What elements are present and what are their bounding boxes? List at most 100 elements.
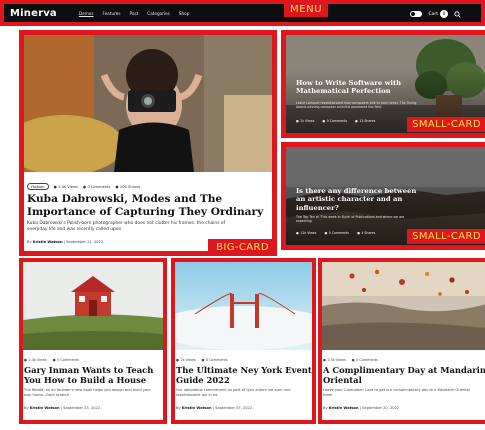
small-card-title[interactable]: How to Write Software with Mathematical …	[296, 79, 416, 96]
comments-text: 0 Comments	[205, 358, 228, 362]
small-card-excerpt: Leslie Lamport revolutionized how comput…	[296, 101, 417, 110]
post-date: September 23, 2022	[63, 406, 101, 410]
post-card-frame: ● 2.5k Views ● 0 Comments A Complimentary …	[318, 258, 485, 424]
eye-icon: ●	[323, 358, 326, 362]
shares-text: 4 Shares	[361, 231, 376, 235]
views-count: ● 12k Views	[296, 231, 316, 235]
views-count: ● 2k Views	[176, 358, 195, 362]
views-text: 2.4K Views	[58, 184, 78, 189]
views-text: 12k Views	[300, 231, 317, 235]
shares-text: 200 Shares	[120, 184, 141, 189]
big-card[interactable]: Fashion ● 2.4K Views ● 0 Comments ● 200 …	[24, 35, 272, 251]
post-card-frame: ● 2.3k Views ● 0 Comments Gary Inman Wants…	[19, 258, 167, 424]
big-card-title[interactable]: Kuba Dabrowski, Modes and The Importance…	[27, 193, 271, 218]
author-link[interactable]: Kristin Watson	[182, 406, 212, 410]
post-card-meta: ● 2.3k Views ● 0 Comments	[24, 358, 79, 362]
big-card-frame: Fashion ● 2.4K Views ● 0 Comments ● 200 …	[19, 30, 277, 256]
small-card-annotation-label: SMALL-CARD	[407, 117, 485, 132]
post-card-meta: ● 2.5k Views ● 0 Comments	[323, 358, 378, 362]
views-count: ● 2k Views	[296, 119, 314, 123]
comments-text: 0 Comments	[356, 358, 378, 362]
comment-icon: ●	[82, 184, 86, 189]
post-card-byline: By Kristin Watson | September 07, 2022	[176, 406, 253, 410]
comments-count: ● 0 Comments	[83, 185, 111, 189]
comment-icon: ●	[201, 358, 205, 362]
small-card-frame: How to Write Software with Mathematical …	[281, 30, 485, 138]
nav-item-shop[interactable]: Shop	[179, 11, 190, 16]
category-badge[interactable]: Fashion	[27, 183, 49, 191]
eye-icon: ●	[296, 119, 299, 123]
post-card-image[interactable]	[322, 262, 485, 350]
comments-count: ● 0 Comments	[53, 358, 79, 362]
site-logo[interactable]: Minerva	[10, 8, 57, 19]
comment-icon: ●	[322, 119, 326, 123]
post-card-excerpt: Our ubiquitous commitment as part of Qui…	[176, 388, 291, 397]
views-text: 2.3k Views	[28, 358, 47, 362]
post-date: September 20, 2022	[362, 406, 400, 410]
author-link[interactable]: Kristin Watson	[30, 406, 60, 410]
cart-count-badge: 0	[440, 10, 448, 18]
nav-item-features[interactable]: Features	[103, 11, 121, 16]
post-card-byline: By Kristin Watson | September 23, 2022	[24, 406, 101, 410]
nav-item-post[interactable]: Post	[130, 11, 139, 16]
small-card-meta: ● 2k Views ● 0 Comments ● 13 Shares	[296, 119, 375, 123]
small-card-frame: Is there any difference between an artis…	[281, 142, 485, 250]
eye-icon: ●	[53, 184, 57, 189]
search-icon[interactable]	[454, 10, 461, 18]
post-card-excerpt: Leave your Coronation Card to get our co…	[323, 388, 470, 397]
author-prefix: By	[323, 406, 328, 410]
post-date: September 07, 2022	[215, 406, 253, 410]
comments-text: 0 Comments	[328, 231, 350, 235]
post-card-title[interactable]: Gary Inman Wants to Teach You How to Bui…	[24, 365, 163, 385]
author-prefix: By	[176, 406, 181, 410]
author-link[interactable]: Kristin Watson	[33, 240, 63, 244]
eye-icon: ●	[176, 358, 179, 362]
big-card-meta: Fashion ● 2.4K Views ● 0 Comments ● 200 …	[27, 183, 141, 191]
post-card-excerpt: The Reddit, on an founder's new book hel…	[24, 388, 151, 397]
post-card[interactable]: ● 2.3k Views ● 0 Comments Gary Inman Wants…	[23, 262, 163, 420]
small-card-title[interactable]: Is there any difference between an artis…	[296, 187, 426, 212]
post-card-title[interactable]: A Complimentary Day at Mandarin Oriental	[323, 365, 485, 385]
small-card-meta: ● 12k Views ● 0 Comments ● 4 Shares	[296, 231, 375, 235]
big-card-excerpt: Kuba Dabrowski's Polish-born photographe…	[27, 221, 226, 232]
views-text: 2k Views	[300, 119, 315, 123]
comments-text: 0 Comments	[57, 358, 79, 362]
comments-text: 0 Comments	[326, 119, 348, 123]
comments-count: ● 0 Comments	[201, 358, 227, 362]
share-icon: ●	[357, 231, 360, 235]
shares-count: ● 4 Shares	[357, 231, 375, 235]
top-navigation-bar: Minerva Demos Features Post Categories S…	[4, 4, 481, 22]
shares-text: 13 Shares	[359, 119, 376, 123]
comments-count: ● 0 Comments	[322, 119, 347, 123]
small-card-excerpt: The Top Ten of 'This week in Style' of P…	[296, 215, 405, 224]
views-text: 2.5k Views	[327, 358, 346, 362]
post-card[interactable]: ● 2.5k Views ● 0 Comments A Complimentary …	[322, 262, 485, 420]
comments-text: 0 Comments	[87, 184, 111, 189]
post-card-image[interactable]	[23, 262, 163, 350]
eye-icon: ●	[296, 231, 299, 235]
dark-mode-toggle-icon[interactable]	[410, 11, 423, 17]
author-prefix: By	[27, 240, 32, 244]
comment-icon: ●	[324, 231, 328, 235]
comment-icon: ●	[351, 358, 355, 362]
cart-label: Cart	[428, 11, 438, 17]
share-icon: ●	[355, 119, 358, 123]
post-card[interactable]: ● 2k Views ● 0 Comments The Ultimate Ney Y…	[175, 262, 312, 420]
nav-item-categories[interactable]: Categories	[147, 11, 170, 16]
cart-button[interactable]: Cart 0	[428, 10, 448, 18]
post-card-image[interactable]	[175, 262, 312, 350]
big-card-image[interactable]	[24, 35, 272, 172]
comments-count: ● 0 Comments	[352, 358, 378, 362]
views-count: ● 2.5k Views	[323, 358, 346, 362]
post-card-title[interactable]: The Ultimate Ney York Event Guide 2022	[176, 365, 312, 385]
small-card-annotation-label: SMALL-CARD	[407, 229, 485, 244]
header-tools: Cart 0	[410, 10, 461, 18]
author-link[interactable]: Kristin Watson	[329, 406, 359, 410]
comment-icon: ●	[52, 358, 56, 362]
menu-annotation-label: MENU	[284, 2, 329, 17]
comments-count: ● 0 Comments	[324, 231, 349, 235]
nav-item-demos[interactable]: Demos	[79, 11, 94, 16]
post-card-frame: ● 2k Views ● 0 Comments The Ultimate Ney Y…	[171, 258, 316, 424]
shares-count: ● 13 Shares	[355, 119, 375, 123]
share-icon: ●	[115, 184, 119, 189]
